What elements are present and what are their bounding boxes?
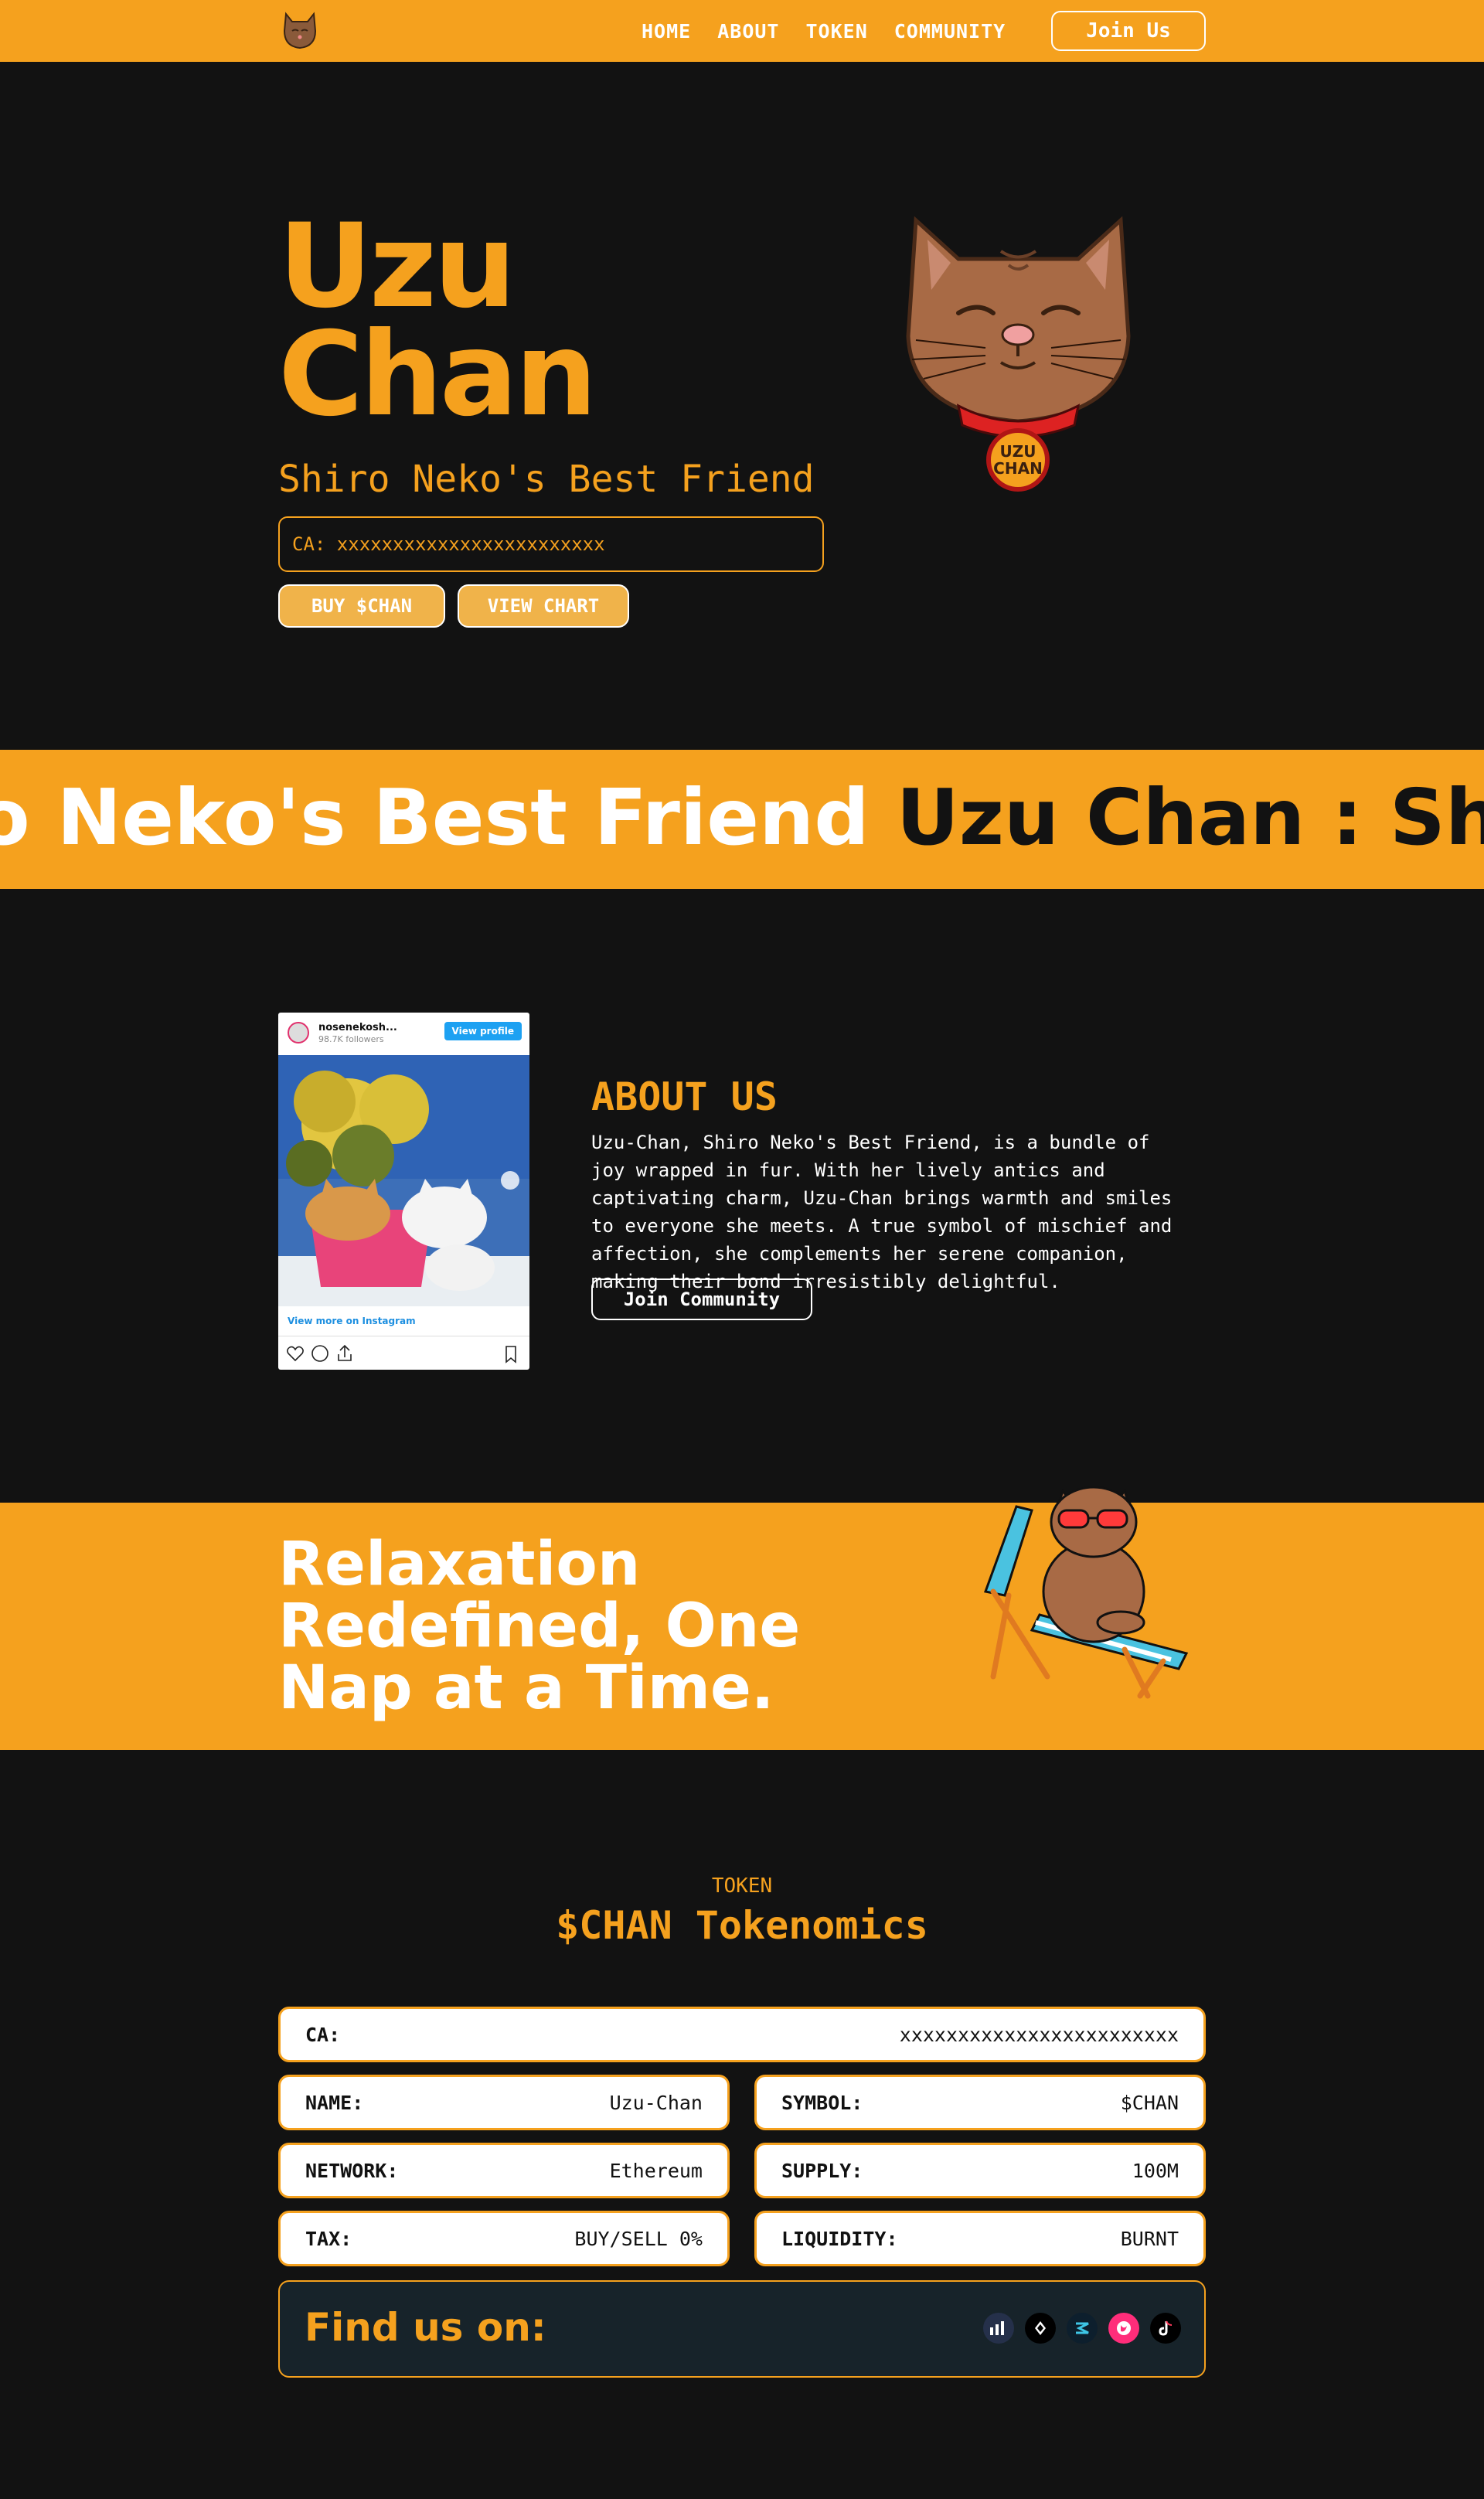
relax-headline: Relaxation Redefined, One Nap at a Time. <box>278 1530 801 1723</box>
marquee-text-white: o Neko's Best Friend <box>0 772 870 863</box>
nav-token[interactable]: Token <box>805 20 867 43</box>
hero-subtitle: Shiro Neko's Best Friend <box>278 458 815 501</box>
tokenomics-title: $CHAN Tokenomics <box>556 1903 928 1948</box>
nav-community[interactable]: Community <box>894 20 1006 43</box>
comment-icon[interactable] <box>311 1345 328 1362</box>
symbol-card: SYMBOL: $CHAN <box>754 2075 1206 2130</box>
hero-title-line1: Uzu <box>278 199 516 334</box>
cat-beach-chair-illustration <box>983 1486 1189 1699</box>
share-icon[interactable] <box>338 1344 352 1361</box>
name-label: NAME: <box>305 2091 364 2114</box>
instagram-followers: 98.7K followers <box>318 1034 384 1044</box>
supply-card: SUPPLY: 100M <box>754 2143 1206 2198</box>
tax-card: TAX: BUY/SELL 0% <box>278 2211 730 2266</box>
about-paragraph: Uzu-Chan, Shiro Neko's Best Friend, is a… <box>591 1132 1173 1292</box>
find-us-label: Find us on: <box>305 2305 546 2350</box>
tax-value: BUY/SELL 0% <box>574 2227 703 2250</box>
hero-title-line2: Chan <box>278 308 597 442</box>
cat-logo-icon[interactable] <box>278 8 322 51</box>
view-profile-button[interactable]: View profile <box>444 1022 522 1040</box>
token-section-label: TOKEN <box>711 1874 773 1898</box>
buy-chan-button[interactable]: BUY $CHAN <box>278 584 445 628</box>
tax-label: TAX: <box>305 2227 352 2250</box>
etherscan-icon[interactable] <box>1025 2313 1056 2344</box>
relax-banner: Relaxation Redefined, One Nap at a Time. <box>0 1486 1484 1750</box>
network-value: Ethereum <box>609 2159 703 2182</box>
instagram-actions <box>287 1344 516 1364</box>
instagram-username[interactable]: nosenekosh... <box>318 1022 397 1033</box>
hero-title: Uzu Chan <box>278 199 597 442</box>
name-card: NAME: Uzu-Chan <box>278 2075 730 2130</box>
scrolling-banner: o Neko's Best Friend Uzu Chan : Shiro Ne… <box>0 750 1484 889</box>
liquidity-card: LIQUIDITY: BURNT <box>754 2211 1206 2266</box>
join-us-button[interactable]: Join Us <box>1051 11 1206 51</box>
supply-value: 100M <box>1132 2159 1179 2182</box>
network-card: NETWORK: Ethereum <box>278 2143 730 2198</box>
instagram-photo[interactable] <box>278 1055 529 1306</box>
heart-icon[interactable] <box>287 1346 304 1362</box>
dexscreener-icon[interactable] <box>1067 2313 1098 2344</box>
join-community-button[interactable]: Join Community <box>591 1278 812 1320</box>
name-value: Uzu-Chan <box>609 2091 703 2114</box>
symbol-label: SYMBOL: <box>781 2091 863 2114</box>
find-us-panel: Find us on: <box>278 2280 1206 2378</box>
network-label: NETWORK: <box>305 2159 399 2182</box>
marquee-text-dark: Uzu Chan : Shiro Nek <box>896 772 1484 863</box>
bookmark-icon[interactable] <box>505 1346 516 1364</box>
social-links <box>983 2313 1181 2344</box>
about-heading: ABOUT US <box>591 1074 778 1119</box>
instagram-avatar[interactable] <box>288 1022 309 1044</box>
ca-label: CA: <box>305 2023 341 2046</box>
cat-mascot-illustration: UZU CHAN <box>906 216 1131 492</box>
instagram-embed[interactable]: nosenekosh... 98.7K followers View profi… <box>278 1013 529 1370</box>
ca-value[interactable]: xxxxxxxxxxxxxxxxxxxxxxxx <box>900 2024 1179 2046</box>
collar-tag-text-2: CHAN <box>993 459 1043 478</box>
nav-home[interactable]: Home <box>642 20 691 43</box>
view-more-link[interactable]: View more on Instagram <box>288 1316 416 1326</box>
contract-address-box[interactable]: CA: xxxxxxxxxxxxxxxxxxxxxxxx <box>278 516 824 572</box>
symbol-value: $CHAN <box>1120 2091 1179 2114</box>
collar-tag-text-1: UZU <box>1000 442 1036 461</box>
liquidity-value: BURNT <box>1120 2227 1179 2250</box>
top-nav: Home About Token Community Join Us <box>0 0 1484 62</box>
view-chart-button[interactable]: VIEW CHART <box>458 584 629 628</box>
uniswap-icon[interactable] <box>1108 2313 1139 2344</box>
tiktok-icon[interactable] <box>1150 2313 1181 2344</box>
liquidity-label: LIQUIDITY: <box>781 2227 898 2250</box>
nav-about[interactable]: About <box>717 20 779 43</box>
dextools-icon[interactable] <box>983 2313 1014 2344</box>
ca-card[interactable]: CA: xxxxxxxxxxxxxxxxxxxxxxxx <box>278 2007 1206 2062</box>
supply-label: SUPPLY: <box>781 2159 863 2182</box>
